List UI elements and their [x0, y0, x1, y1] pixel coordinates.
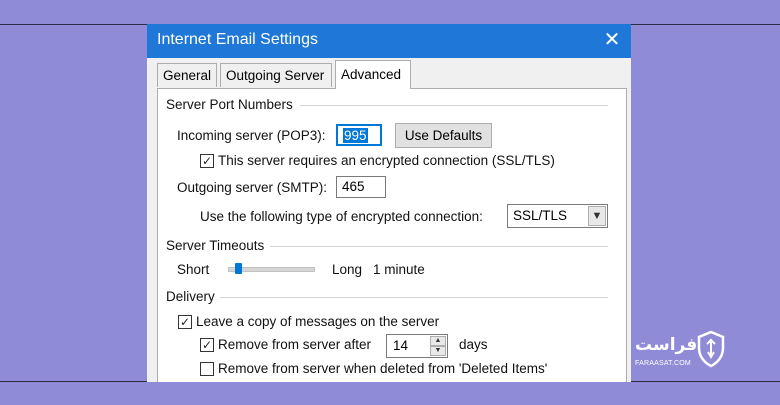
- incoming-server-label: Incoming server (POP3):: [177, 128, 326, 143]
- incoming-port-value: 995: [343, 128, 368, 143]
- ssl-incoming-label: This server requires an encrypted connec…: [218, 153, 555, 168]
- outgoing-server-label: Outgoing server (SMTP):: [177, 180, 328, 195]
- chevron-down-icon[interactable]: ▼: [588, 206, 606, 226]
- watermark-logo: فراست FARAASAT.COM: [629, 328, 729, 374]
- stepper-down-icon[interactable]: ▼: [430, 346, 446, 356]
- timeout-long-label: Long: [332, 262, 363, 277]
- group-divider: [220, 297, 608, 298]
- encryption-type-value: SSL/TLS: [513, 208, 568, 223]
- remove-deleted-checkbox[interactable]: [200, 362, 214, 376]
- tab-general[interactable]: General: [157, 63, 217, 87]
- group-divider: [270, 246, 608, 247]
- check-icon: ✓: [201, 338, 213, 352]
- use-defaults-button[interactable]: Use Defaults: [395, 123, 492, 148]
- outgoing-port-input[interactable]: 465: [336, 176, 386, 198]
- tab-advanced[interactable]: Advanced: [335, 60, 411, 89]
- shield-icon: [697, 330, 725, 368]
- title-bar[interactable]: Internet Email Settings ✕: [147, 24, 631, 58]
- group-divider: [300, 105, 608, 106]
- close-icon[interactable]: ✕: [597, 26, 627, 54]
- timeout-value: 1 minute: [373, 262, 425, 277]
- watermark-url: FARAASAT.COM: [635, 360, 691, 367]
- delivery-heading: Delivery: [166, 289, 215, 304]
- check-icon: ✓: [201, 154, 213, 168]
- encryption-type-select[interactable]: SSL/TLS ▼: [507, 204, 608, 228]
- check-icon: ✓: [179, 315, 191, 329]
- remove-after-days-value: 14: [393, 338, 409, 353]
- server-port-numbers-heading: Server Port Numbers: [166, 97, 293, 112]
- stepper-buttons: ▲ ▼: [430, 336, 446, 356]
- remove-after-label: Remove from server after: [218, 337, 372, 352]
- tab-outgoing-server[interactable]: Outgoing Server: [220, 63, 332, 87]
- incoming-port-input[interactable]: 995: [336, 124, 382, 146]
- leave-copy-checkbox[interactable]: ✓: [178, 315, 192, 329]
- days-label: days: [459, 337, 488, 352]
- leave-copy-label: Leave a copy of messages on the server: [196, 314, 440, 329]
- watermark-name: فراست: [635, 335, 698, 355]
- timeout-short-label: Short: [177, 262, 210, 277]
- remove-deleted-label: Remove from server when deleted from 'De…: [218, 361, 548, 376]
- window-title: Internet Email Settings: [157, 31, 318, 48]
- stepper-up-icon[interactable]: ▲: [430, 336, 446, 346]
- internet-email-settings-dialog: Internet Email Settings ✕ General Outgoi…: [147, 24, 631, 382]
- server-timeouts-heading: Server Timeouts: [166, 238, 265, 253]
- remove-after-days-stepper[interactable]: 14 ▲ ▼: [386, 334, 448, 358]
- encryption-type-label: Use the following type of encrypted conn…: [200, 209, 483, 224]
- timeout-slider-thumb[interactable]: [235, 263, 243, 274]
- advanced-tab-panel: Server Port Numbers Incoming server (POP…: [157, 88, 627, 382]
- ssl-incoming-checkbox[interactable]: ✓: [200, 154, 214, 168]
- remove-after-checkbox[interactable]: ✓: [200, 338, 214, 352]
